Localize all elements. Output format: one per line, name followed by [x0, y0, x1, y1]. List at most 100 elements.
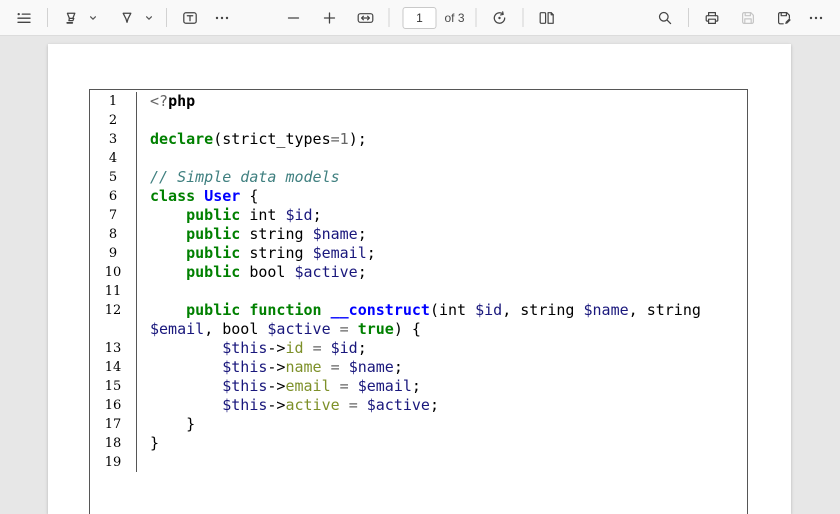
- code-line: 5 // Simple data models: [90, 168, 747, 187]
- code-text: public int $id;: [186, 206, 322, 224]
- line-number: 9: [90, 244, 137, 263]
- add-text-icon: [183, 11, 197, 24]
- code-block: 1 <?php 2 3 declare(strict_types=1); 4 5 // Sim…: [89, 89, 748, 514]
- toolbar-separator: [166, 8, 167, 27]
- code-line: 7 public int $id;: [90, 206, 747, 225]
- line-number: 15: [90, 377, 137, 396]
- chevron-down-icon: [89, 15, 96, 20]
- zoom-out-button[interactable]: [279, 4, 307, 32]
- line-number: 1: [90, 92, 137, 111]
- search-button[interactable]: [651, 4, 679, 32]
- line-number: 5: [90, 168, 137, 187]
- fit-to-width-icon: [357, 12, 374, 23]
- highlight-button[interactable]: [57, 4, 85, 32]
- rotate-icon: [493, 10, 506, 24]
- code-text: $this->name = $name;: [222, 358, 403, 376]
- highlighter-icon: [66, 12, 76, 24]
- line-number: 11: [90, 282, 137, 301]
- page-number-input[interactable]: [402, 6, 437, 29]
- toolbar-left-group: [0, 0, 238, 35]
- code-text: public string $name;: [186, 225, 367, 243]
- code-text: <?php: [150, 92, 196, 110]
- line-number: 14: [90, 358, 137, 377]
- code-text: $this->id = $id;: [222, 339, 367, 357]
- pdf-page: 1 <?php 2 3 declare(strict_types=1); 4 5 // Sim…: [48, 44, 791, 514]
- toolbar-center-group: of 3: [277, 0, 562, 35]
- page-count-label: of 3: [444, 10, 465, 25]
- code-line: 17 }: [90, 415, 747, 434]
- code-line: 13 $this->id = $id;: [90, 339, 747, 358]
- toolbar-separator: [688, 8, 689, 27]
- zoom-out-icon: [287, 16, 300, 19]
- line-number: 2: [90, 111, 137, 130]
- code-line: 1 <?php: [90, 92, 747, 111]
- line-number: 19: [90, 453, 137, 472]
- highlight-options-button[interactable]: [84, 4, 101, 32]
- code-line: 18}: [90, 434, 747, 453]
- code-line: 12 public function __construct(int $id, …: [90, 301, 747, 339]
- code-text: public function __construct(int $id, str…: [150, 301, 701, 338]
- code-text: }: [150, 415, 196, 433]
- save-button[interactable]: [734, 4, 762, 32]
- code-text: $this->active = $active;: [222, 396, 439, 414]
- line-number: 7: [90, 206, 137, 225]
- toolbar-separator: [522, 8, 524, 27]
- draw-options-button[interactable]: [140, 4, 157, 32]
- line-number: 13: [90, 339, 137, 358]
- line-number: 16: [90, 396, 137, 415]
- toolbar-right-group: [649, 0, 840, 35]
- code-lines: 1 <?php 2 3 declare(strict_types=1); 4 5 // Sim…: [90, 92, 747, 472]
- code-line: 14 $this->name = $name;: [90, 358, 747, 377]
- code-text: }: [150, 434, 160, 452]
- line-number: 12: [90, 301, 137, 339]
- code-line: 9 public string $email;: [90, 244, 747, 263]
- document-canvas[interactable]: 1 <?php 2 3 declare(strict_types=1); 4 5 // Sim…: [0, 36, 840, 514]
- draw-pen-icon: [122, 12, 132, 23]
- add-text-button[interactable]: [176, 4, 204, 32]
- line-number: 17: [90, 415, 137, 434]
- line-number: 3: [90, 130, 137, 149]
- table-of-contents-button[interactable]: [10, 4, 38, 32]
- save-as-button[interactable]: [770, 4, 798, 32]
- page-view-button[interactable]: [533, 4, 561, 32]
- more-tools-button[interactable]: [208, 4, 236, 32]
- pdf-toolbar: of 3: [0, 0, 840, 36]
- code-line: 15 $this->email = $email;: [90, 377, 747, 396]
- code-text: declare(strict_types=1);: [150, 130, 367, 148]
- draw-button[interactable]: [113, 4, 141, 32]
- zoom-in-icon: [323, 11, 336, 24]
- code-line: 4: [90, 149, 747, 168]
- page-view-icon: [539, 11, 554, 24]
- settings-more-button[interactable]: [802, 4, 830, 32]
- line-number: 18: [90, 434, 137, 453]
- line-number: 10: [90, 263, 137, 282]
- code-text: public string $email;: [186, 244, 376, 262]
- code-line: 11: [90, 282, 747, 301]
- code-line: 6 class User {: [90, 187, 747, 206]
- rotate-button[interactable]: [486, 4, 514, 32]
- zoom-in-button[interactable]: [315, 4, 343, 32]
- print-button[interactable]: [698, 4, 726, 32]
- code-text: class User {: [150, 187, 259, 205]
- fit-to-width-button[interactable]: [351, 4, 379, 32]
- more-options-icon: [215, 16, 229, 19]
- code-line: 16 $this->active = $active;: [90, 396, 747, 415]
- code-line: 10 public bool $active;: [90, 263, 747, 282]
- toolbar-separator: [47, 8, 48, 27]
- more-options-icon: [809, 16, 823, 19]
- toolbar-separator: [475, 8, 477, 27]
- table-of-contents-icon: [17, 12, 31, 23]
- save-icon: [742, 11, 754, 24]
- print-icon: [705, 11, 719, 24]
- code-line: 3 declare(strict_types=1);: [90, 130, 747, 149]
- line-number: 4: [90, 149, 137, 168]
- code-text: public bool $active;: [186, 263, 367, 281]
- code-line: 2: [90, 111, 747, 130]
- toolbar-separator: [388, 8, 390, 27]
- line-number: 8: [90, 225, 137, 244]
- search-icon: [658, 11, 672, 24]
